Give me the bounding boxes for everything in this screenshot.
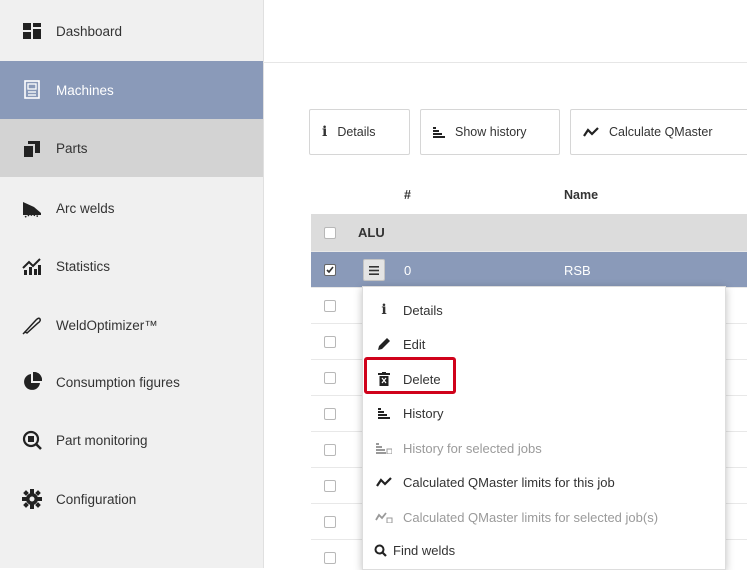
parts-icon (22, 138, 42, 158)
group-label: ALU (358, 225, 385, 240)
row-checkbox[interactable] (324, 300, 336, 312)
trend-icon (583, 126, 599, 138)
weld-optimizer-icon (22, 315, 42, 335)
sidebar-item-label: Machines (56, 82, 114, 98)
menu-item-label: Calculated QMaster limits for selected j… (403, 509, 659, 525)
row-checkbox[interactable] (324, 227, 336, 239)
sidebar-item-label: Part monitoring (56, 432, 148, 448)
pie-chart-icon (22, 372, 42, 392)
row-checkbox[interactable] (324, 444, 336, 456)
menu-item-label: Details (403, 302, 443, 318)
search-icon (373, 544, 387, 557)
menu-item-label: History for selected jobs (403, 440, 542, 456)
sidebar-item-machines[interactable]: Machines (0, 61, 263, 119)
calculate-qmaster-button[interactable]: Calculate QMaster (570, 109, 747, 155)
menu-item-find-welds[interactable]: Find welds (363, 533, 725, 567)
arc-weld-icon (22, 198, 42, 218)
row-menu-button[interactable] (363, 259, 385, 281)
menu-item-label: Calculated QMaster limits for this job (403, 474, 615, 490)
menu-item-label: Edit (403, 336, 426, 352)
context-menu: i Details Edit Delete History History fo… (362, 286, 726, 570)
header-divider (263, 62, 747, 63)
column-header-number[interactable]: # (404, 188, 411, 202)
sidebar-item-consumption-figures[interactable]: Consumption figures (0, 353, 263, 411)
sidebar: Dashboard Machines Parts Arc welds Stati… (0, 0, 264, 568)
history-selected-icon (375, 442, 393, 454)
sidebar-item-parts[interactable]: Parts (0, 119, 263, 177)
row-checkbox[interactable] (324, 336, 336, 348)
trend-icon (375, 476, 393, 488)
group-row[interactable]: ALU (311, 214, 747, 252)
machine-icon (22, 80, 42, 100)
info-icon: i (322, 124, 328, 140)
details-button[interactable]: i Details (309, 109, 410, 155)
sidebar-item-dashboard[interactable]: Dashboard (0, 2, 263, 60)
details-button-label: Details (337, 125, 376, 139)
table-row-selected[interactable]: 0 RSB (311, 252, 747, 288)
menu-item-edit[interactable]: Edit (363, 327, 725, 361)
menu-item-qmaster-selected-jobs[interactable]: Calculated QMaster limits for selected j… (363, 500, 725, 534)
sidebar-item-label: Configuration (56, 491, 137, 507)
menu-item-qmaster-this-job[interactable]: Calculated QMaster limits for this job (363, 465, 725, 499)
gear-icon (22, 489, 42, 509)
sidebar-item-label: WeldOptimizer™ (56, 317, 158, 333)
pencil-icon (375, 337, 393, 351)
history-icon (375, 407, 393, 419)
row-checkbox[interactable] (324, 480, 336, 492)
menu-item-label: Find welds (393, 542, 456, 558)
sidebar-item-weldoptimizer[interactable]: WeldOptimizer™ (0, 296, 263, 354)
row-checkbox[interactable] (324, 408, 336, 420)
column-header-name[interactable]: Name (564, 188, 598, 202)
statistics-icon (22, 256, 42, 276)
sidebar-item-label: Arc welds (56, 200, 115, 216)
show-history-button[interactable]: Show history (420, 109, 560, 155)
history-icon (433, 126, 445, 138)
monitoring-icon (22, 430, 42, 450)
delete-highlight-box (364, 357, 456, 394)
sidebar-item-label: Consumption figures (56, 374, 180, 390)
row-number: 0 (404, 263, 412, 278)
row-checkbox-checked[interactable] (324, 264, 336, 276)
menu-item-details[interactable]: i Details (363, 293, 725, 327)
sidebar-item-label: Statistics (56, 258, 111, 274)
show-history-button-label: Show history (455, 125, 527, 139)
sidebar-item-label: Dashboard (56, 23, 123, 39)
sidebar-item-part-monitoring[interactable]: Part monitoring (0, 411, 263, 469)
sidebar-item-arc-welds[interactable]: Arc welds (0, 179, 263, 237)
menu-item-history[interactable]: History (363, 396, 725, 430)
calculate-qmaster-button-label: Calculate QMaster (609, 125, 713, 139)
menu-item-label: History (403, 405, 444, 421)
menu-item-history-selected-jobs[interactable]: History for selected jobs (363, 431, 725, 465)
sidebar-item-label: Parts (56, 140, 88, 156)
sidebar-item-statistics[interactable]: Statistics (0, 237, 263, 295)
row-checkbox[interactable] (324, 552, 336, 564)
dashboard-icon (22, 21, 42, 41)
hamburger-icon (369, 265, 379, 275)
info-icon: i (381, 302, 387, 318)
row-name: RSB (564, 263, 591, 278)
row-checkbox[interactable] (324, 516, 336, 528)
row-checkbox[interactable] (324, 372, 336, 384)
trend-selected-icon (375, 511, 393, 523)
sidebar-item-configuration[interactable]: Configuration (0, 470, 263, 528)
